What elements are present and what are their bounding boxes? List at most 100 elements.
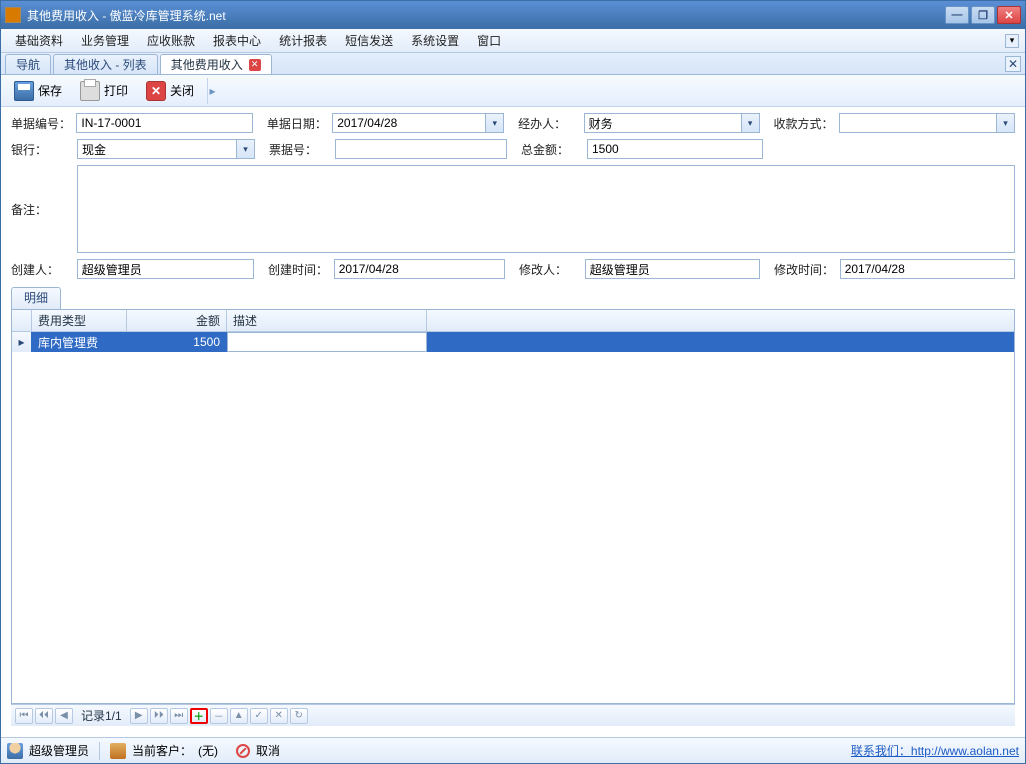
cancel-icon[interactable] bbox=[236, 744, 250, 758]
menubar: 基础资料 业务管理 应收账款 报表中心 统计报表 短信发送 系统设置 窗口 ▾ bbox=[1, 29, 1025, 53]
menu-business[interactable]: 业务管理 bbox=[73, 29, 137, 52]
titlebar: 其他费用收入 - 傲蓝冷库管理系统.net ― ❐ ✕ bbox=[1, 1, 1025, 29]
user-icon bbox=[7, 743, 23, 759]
contact-link[interactable]: 联系我们：http://www.aolan.net bbox=[851, 742, 1019, 759]
doc-no-input[interactable] bbox=[76, 113, 252, 133]
cell-fee-type[interactable]: 库内管理费 bbox=[32, 332, 127, 352]
doc-date-label: 单据日期： bbox=[267, 115, 328, 132]
grid-row[interactable]: ▸ 库内管理费 1500 bbox=[12, 332, 1014, 352]
print-icon bbox=[80, 81, 100, 101]
menu-window[interactable]: 窗口 bbox=[469, 29, 509, 52]
bank-input[interactable] bbox=[77, 139, 237, 159]
cell-amount[interactable]: 1500 bbox=[127, 332, 227, 352]
receipt-mode-label: 收款方式： bbox=[774, 115, 835, 132]
menu-stats[interactable]: 统计报表 bbox=[271, 29, 335, 52]
separator bbox=[99, 742, 100, 760]
tab-label: 其他费用收入 bbox=[171, 56, 243, 73]
tab-label: 其他收入 - 列表 bbox=[64, 56, 147, 73]
minimize-button[interactable]: ― bbox=[945, 6, 969, 24]
close-icon: ✕ bbox=[146, 81, 166, 101]
tab-other-income-list[interactable]: 其他收入 - 列表 bbox=[53, 54, 158, 74]
save-button[interactable]: 保存 bbox=[7, 78, 69, 104]
receipt-mode-dropdown-icon[interactable]: ▾ bbox=[997, 113, 1015, 133]
status-user: 超级管理员 bbox=[29, 742, 89, 759]
creator-label: 创建人： bbox=[11, 261, 73, 278]
toolbar: 保存 打印 ✕ 关闭 ▸ bbox=[1, 75, 1025, 107]
bank-label: 银行： bbox=[11, 141, 73, 158]
doc-date-input[interactable] bbox=[332, 113, 486, 133]
toolbar-overflow-icon[interactable]: ▸ bbox=[207, 78, 217, 104]
close-button[interactable]: ✕ 关闭 bbox=[139, 78, 201, 104]
create-time-label: 创建时间： bbox=[268, 261, 330, 278]
form: 单据编号： 单据日期： ▾ 经办人： ▾ 收款方式： ▾ bbox=[1, 107, 1025, 732]
window-close-button[interactable]: ✕ bbox=[997, 6, 1021, 24]
modify-time-label: 修改时间： bbox=[774, 261, 836, 278]
statusbar: 超级管理员 当前客户： (无) 取消 联系我们：http://www.aolan… bbox=[1, 737, 1025, 763]
handler-label: 经办人： bbox=[518, 115, 579, 132]
total-label: 总金额： bbox=[521, 141, 583, 158]
handler-dropdown-icon[interactable]: ▾ bbox=[742, 113, 760, 133]
total-input[interactable] bbox=[587, 139, 763, 159]
col-fee-type[interactable]: 费用类型 bbox=[32, 310, 127, 331]
menu-report-center[interactable]: 报表中心 bbox=[205, 29, 269, 52]
save-label: 保存 bbox=[38, 82, 62, 99]
client-icon bbox=[110, 743, 126, 759]
doc-no-label: 单据编号： bbox=[11, 115, 72, 132]
tab-nav[interactable]: 导航 bbox=[5, 54, 51, 74]
menu-sms[interactable]: 短信发送 bbox=[337, 29, 401, 52]
client-value: (无) bbox=[198, 742, 218, 759]
client-label: 当前客户： bbox=[132, 742, 192, 759]
cell-desc[interactable] bbox=[227, 332, 427, 352]
nav-add-icon[interactable]: ＋ bbox=[190, 708, 208, 724]
nav-refresh-icon[interactable]: ↻ bbox=[290, 708, 308, 724]
tab-other-fee-income[interactable]: 其他费用收入 ✕ bbox=[160, 54, 272, 74]
print-button[interactable]: 打印 bbox=[73, 78, 135, 104]
creator-input[interactable] bbox=[77, 259, 254, 279]
modifier-label: 修改人： bbox=[519, 261, 581, 278]
tabs-close-all-icon[interactable]: ✕ bbox=[1005, 56, 1021, 72]
menu-receivable[interactable]: 应收账款 bbox=[139, 29, 203, 52]
col-amount[interactable]: 金额 bbox=[127, 310, 227, 331]
nav-remove-icon[interactable]: － bbox=[210, 708, 228, 724]
nav-next-icon[interactable]: ▶ bbox=[130, 708, 148, 724]
maximize-button[interactable]: ❐ bbox=[971, 6, 995, 24]
nav-last-icon[interactable]: ⏭ bbox=[170, 708, 188, 724]
row-indicator-icon: ▸ bbox=[12, 332, 32, 352]
window-title: 其他费用收入 - 傲蓝冷库管理系统.net bbox=[27, 7, 945, 24]
print-label: 打印 bbox=[104, 82, 128, 99]
nav-edit-icon[interactable]: ▲ bbox=[230, 708, 248, 724]
tab-label: 导航 bbox=[16, 56, 40, 73]
grid-indicator-header bbox=[12, 310, 32, 331]
record-counter: 记录1/1 bbox=[75, 707, 128, 724]
detail-tab[interactable]: 明细 bbox=[11, 287, 61, 309]
modify-time-input[interactable] bbox=[840, 259, 1015, 279]
nav-first-icon[interactable]: ⏮ bbox=[15, 708, 33, 724]
nav-next-page-icon[interactable]: ⏵⏵ bbox=[150, 708, 168, 724]
col-desc[interactable]: 描述 bbox=[227, 310, 427, 331]
voucher-label: 票据号： bbox=[269, 141, 331, 158]
modifier-input[interactable] bbox=[585, 259, 760, 279]
voucher-input[interactable] bbox=[335, 139, 507, 159]
save-icon bbox=[14, 81, 34, 101]
detail-grid[interactable]: 费用类型 金额 描述 ▸ 库内管理费 1500 bbox=[11, 309, 1015, 704]
tab-close-icon[interactable]: ✕ bbox=[249, 59, 261, 71]
menu-basic[interactable]: 基础资料 bbox=[7, 29, 71, 52]
status-cancel[interactable]: 取消 bbox=[256, 742, 280, 759]
nav-cancel-icon[interactable]: ✕ bbox=[270, 708, 288, 724]
remarks-input[interactable] bbox=[77, 165, 1015, 253]
handler-input[interactable] bbox=[584, 113, 742, 133]
document-tabs: 导航 其他收入 - 列表 其他费用收入 ✕ ✕ bbox=[1, 53, 1025, 75]
receipt-mode-input[interactable] bbox=[839, 113, 997, 133]
record-navigator: ⏮ ⏴⏴ ◀ 记录1/1 ▶ ⏵⏵ ⏭ ＋ － ▲ ✓ ✕ ↻ bbox=[11, 704, 1015, 726]
nav-prev-page-icon[interactable]: ⏴⏴ bbox=[35, 708, 53, 724]
create-time-input[interactable] bbox=[334, 259, 505, 279]
nav-prev-icon[interactable]: ◀ bbox=[55, 708, 73, 724]
menubar-dropdown-icon[interactable]: ▾ bbox=[1005, 34, 1019, 48]
close-label: 关闭 bbox=[170, 82, 194, 99]
app-icon bbox=[5, 7, 21, 23]
bank-dropdown-icon[interactable]: ▾ bbox=[237, 139, 255, 159]
menu-settings[interactable]: 系统设置 bbox=[403, 29, 467, 52]
doc-date-dropdown-icon[interactable]: ▾ bbox=[486, 113, 504, 133]
nav-commit-icon[interactable]: ✓ bbox=[250, 708, 268, 724]
remarks-label: 备注： bbox=[11, 201, 73, 218]
